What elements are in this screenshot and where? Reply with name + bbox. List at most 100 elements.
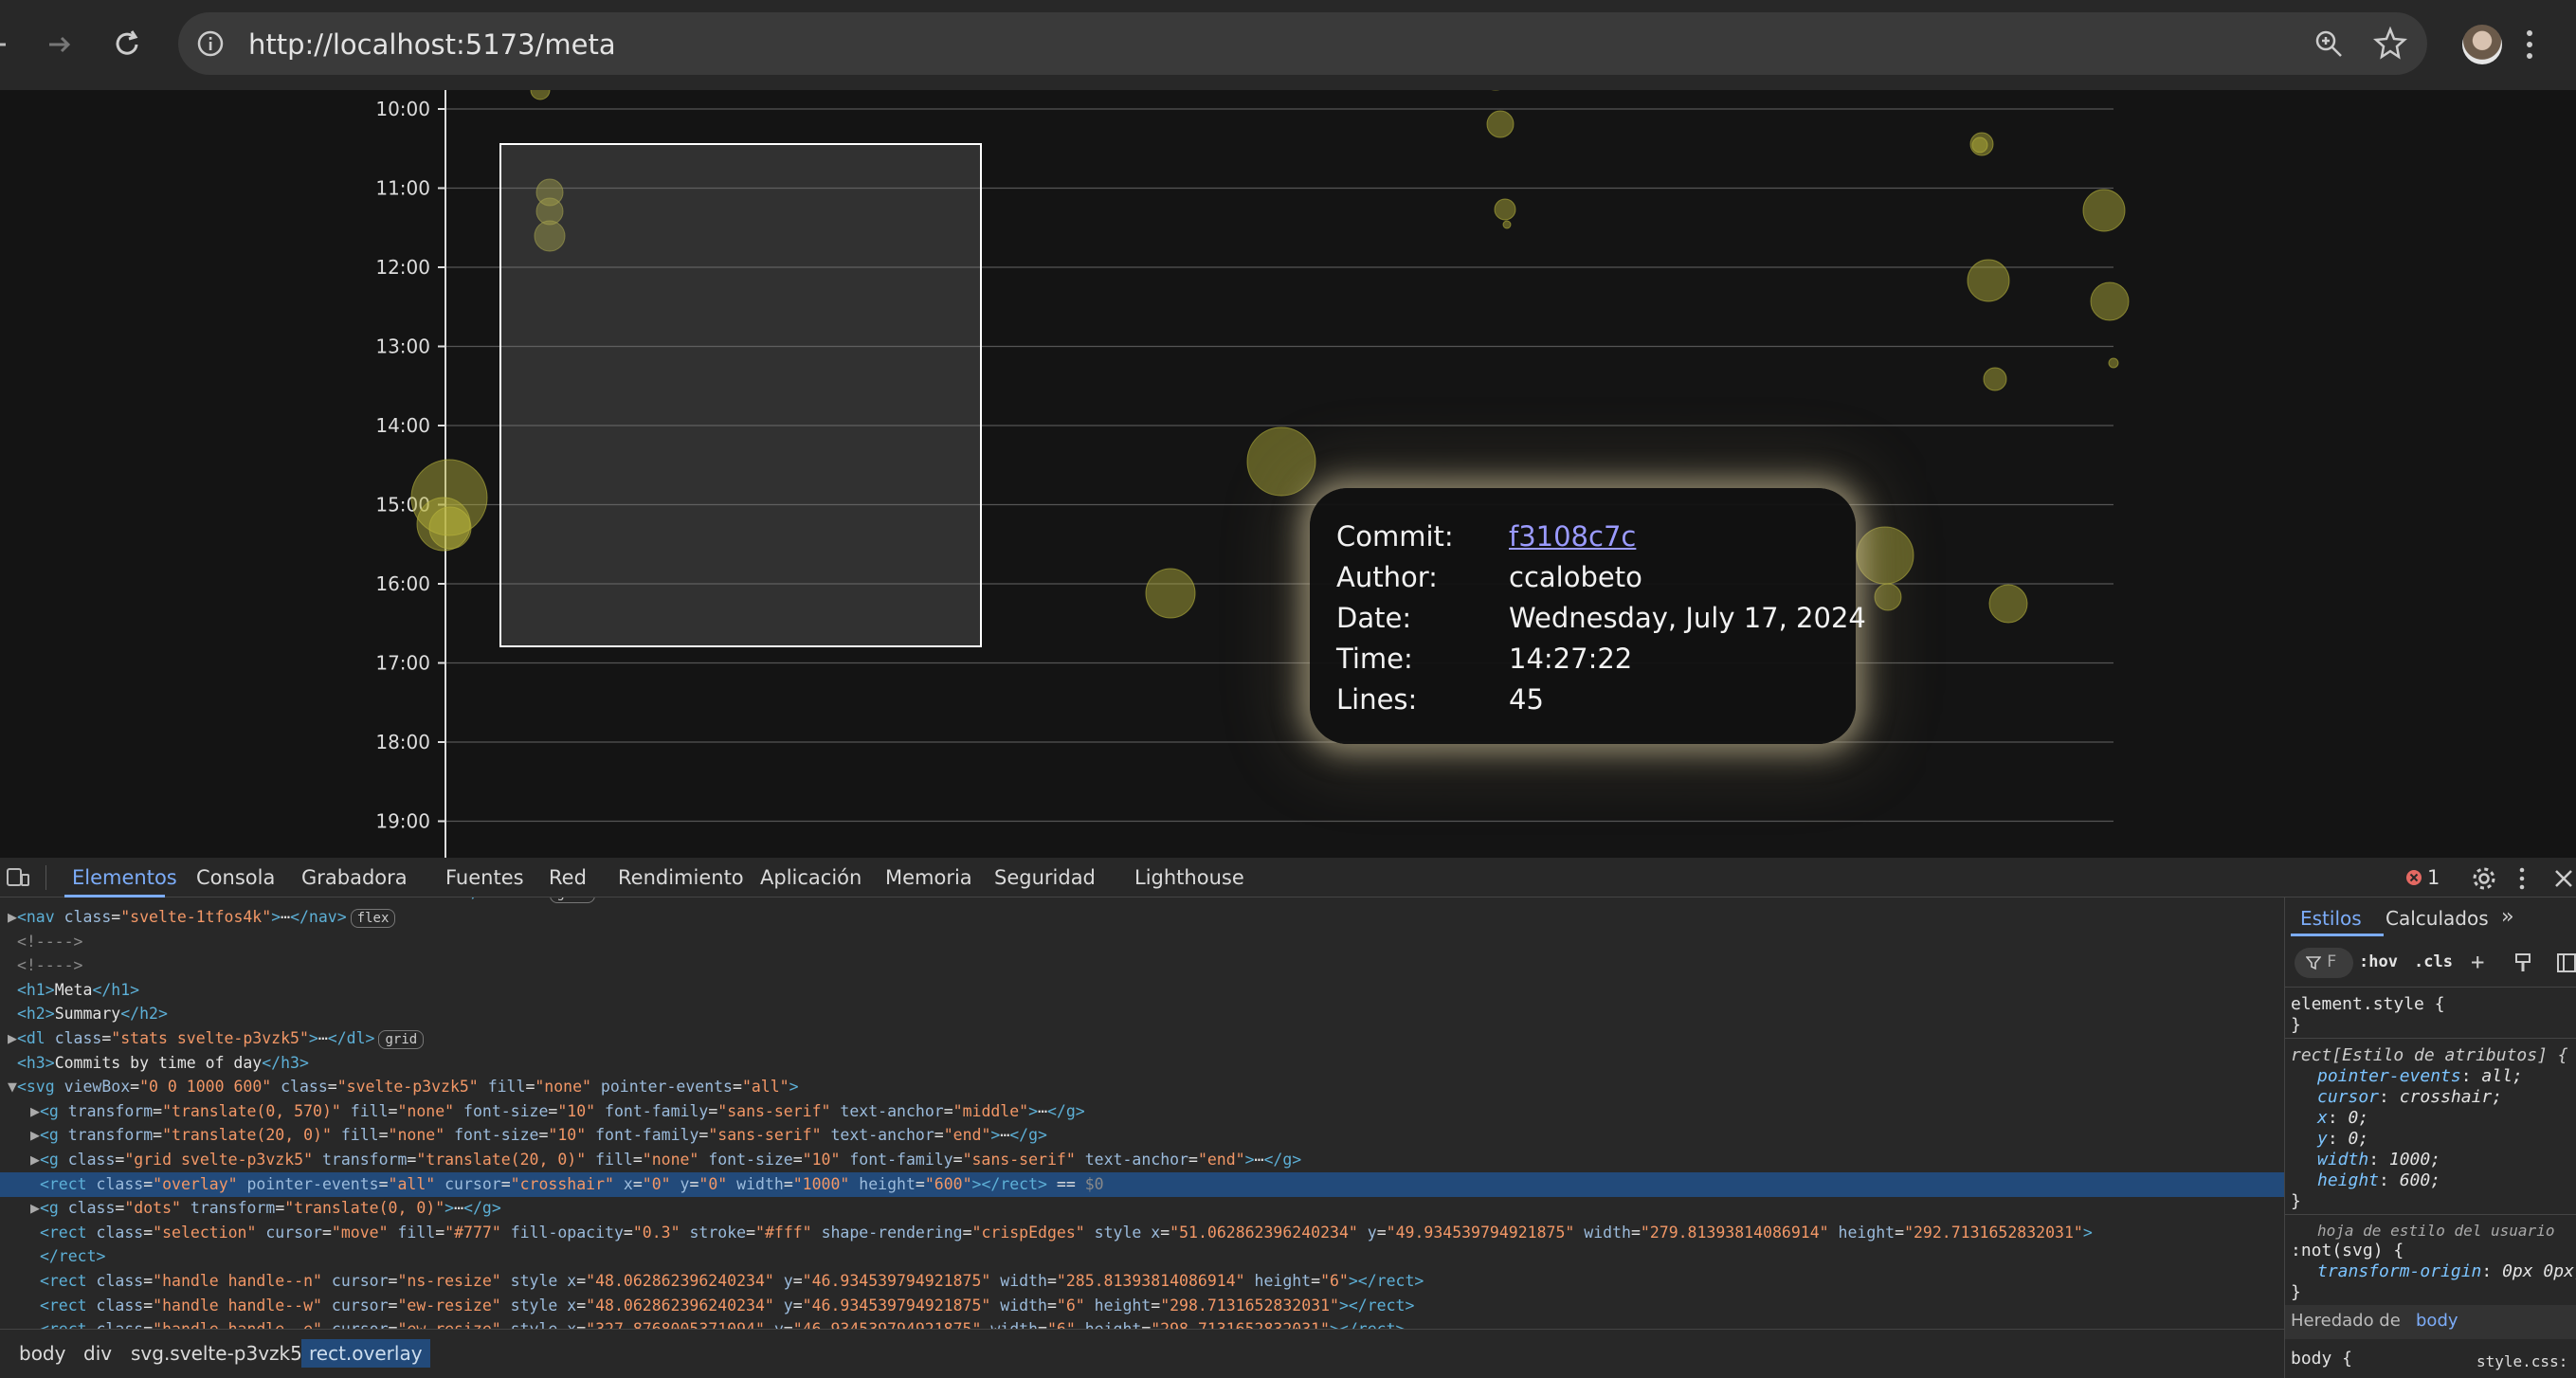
tab-sources[interactable]: Fuentes	[445, 866, 524, 889]
prop-name: cursor	[2317, 1087, 2380, 1107]
commit-dot[interactable]	[1494, 198, 1516, 221]
dom-node-selected[interactable]: <rect class="overlay" pointer-events="al…	[0, 1171, 2284, 1197]
commit-dot[interactable]	[530, 90, 551, 100]
tab-performance[interactable]: Rendimiento	[618, 866, 744, 889]
commit-dot[interactable]	[1502, 220, 1512, 229]
commit-dot[interactable]	[428, 506, 472, 550]
source-link[interactable]: style.css:	[2476, 1352, 2567, 1370]
commit-dot[interactable]	[1874, 583, 1902, 611]
dom-node[interactable]: <rect class="selection" cursor="move" fi…	[0, 1221, 2284, 1245]
tooltip-value: 14:27:22	[1509, 643, 1633, 675]
commits-scatter-chart[interactable]: 10:0011:0012:0013:0014:0015:0016:0017:00…	[0, 90, 2576, 858]
dom-node[interactable]: <!---->	[0, 930, 2284, 954]
expand-toggle-icon[interactable]: ▶	[8, 1029, 17, 1047]
expand-toggle-icon[interactable]: ▶	[30, 1199, 40, 1217]
dom-tree[interactable]: <label class="color-scheme svelte-1tfos4…	[0, 898, 2284, 1329]
dom-node[interactable]: <h2>Summary</h2>	[0, 1002, 2284, 1026]
back-icon[interactable]	[0, 21, 34, 68]
commit-dot[interactable]	[1967, 259, 2010, 302]
forward-icon[interactable]	[36, 21, 83, 68]
tooltip-value: 45	[1509, 683, 1544, 716]
breadcrumb-item[interactable]: div	[76, 1339, 119, 1368]
body-rule: body {	[2291, 1349, 2353, 1369]
inherited-from-link[interactable]: body	[2416, 1311, 2458, 1331]
commit-dot[interactable]	[2090, 281, 2130, 321]
settings-gear-icon[interactable]	[2472, 866, 2496, 891]
tab-lighthouse[interactable]: Lighthouse	[1134, 866, 1244, 889]
commit-dot[interactable]	[1486, 110, 1515, 138]
breadcrumb-item-active[interactable]: rect.overlay	[301, 1339, 430, 1368]
devtools-menu-icon[interactable]	[2517, 866, 2527, 891]
breadcrumb-item[interactable]: body	[11, 1339, 73, 1368]
filter-input[interactable]: F	[2295, 948, 2353, 978]
breadcrumb-item[interactable]: svg.svelte-p3vzk5	[123, 1339, 310, 1368]
dom-node[interactable]: </rect>	[0, 1244, 2284, 1269]
prop-value: 0;	[2348, 1108, 2369, 1128]
dom-node[interactable]: <!---->	[0, 953, 2284, 978]
page-viewport: 10:00 11:00 12:00 13:00 14:00 15:00 16:00 17:00…	[0, 90, 2576, 858]
more-tabs-icon[interactable]: »	[2501, 905, 2513, 929]
tab-console[interactable]: Consola	[196, 866, 275, 889]
tooltip-label: Commit:	[1336, 520, 1454, 553]
bookmark-star-icon[interactable]	[2373, 27, 2407, 61]
dom-node[interactable]: <h1>Meta</h1>	[0, 978, 2284, 1003]
device-toolbar-icon[interactable]	[6, 866, 30, 889]
class-toggle[interactable]: .cls	[2414, 952, 2453, 971]
dom-node[interactable]: ▶<nav class="svelte-1tfos4k">⋯</nav> flex	[0, 905, 2284, 930]
prop-name: width	[2317, 1150, 2369, 1169]
layout-badge[interactable]: grid	[378, 1030, 425, 1049]
dom-node[interactable]: <h3>Commits by time of day</h3>	[0, 1051, 2284, 1076]
tab-network[interactable]: Red	[549, 866, 587, 889]
tab-computed[interactable]: Calculados	[2386, 907, 2489, 930]
brush-selection-rect[interactable]	[499, 143, 982, 647]
element-style-selector[interactable]: element.style {	[2291, 994, 2445, 1014]
tooltip-label: Time:	[1336, 643, 1413, 675]
sidebar-toggle-icon[interactable]	[2556, 952, 2576, 973]
expand-toggle-icon[interactable]: ▶	[8, 908, 17, 926]
commit-dot[interactable]	[1246, 426, 1316, 497]
dom-node[interactable]: <rect class="handle handle--e" cursor="e…	[0, 1317, 2284, 1329]
hover-toggle[interactable]: :hov	[2359, 952, 2398, 971]
site-info-icon[interactable]	[195, 28, 226, 59]
commit-dot[interactable]	[1856, 526, 1914, 585]
dom-node[interactable]: ▶<g class="dots" transform="translate(0,…	[0, 1196, 2284, 1221]
commit-dot[interactable]	[1983, 367, 2007, 391]
dom-node[interactable]: ▶<g class="grid svelte-p3vzk5" transform…	[0, 1148, 2284, 1172]
dom-node[interactable]: ▼<svg viewBox="0 0 1000 600" class="svel…	[0, 1075, 2284, 1099]
tab-security[interactable]: Seguridad	[994, 866, 1096, 889]
commit-dot[interactable]	[1988, 584, 2028, 624]
zoom-icon[interactable]	[2313, 27, 2345, 60]
tab-elements[interactable]: Elementos	[72, 866, 177, 889]
dom-node[interactable]: ▶<g transform="translate(20, 0)" fill="n…	[0, 1123, 2284, 1148]
tooltip-row-time: Time: 14:27:22	[1336, 643, 1632, 677]
expand-toggle-icon[interactable]: ▶	[30, 1126, 40, 1144]
tab-memory[interactable]: Memoria	[885, 866, 972, 889]
paint-icon[interactable]	[2514, 952, 2531, 973]
commit-dot[interactable]	[2082, 189, 2126, 232]
new-rule-icon[interactable]: +	[2471, 949, 2484, 975]
expand-toggle-icon[interactable]: ▶	[30, 1102, 40, 1120]
close-devtools-icon[interactable]	[2553, 868, 2574, 889]
style-prop-row: height: 600;	[2317, 1170, 2441, 1190]
dom-node[interactable]: <rect class="handle handle--n" cursor="n…	[0, 1269, 2284, 1294]
commit-dot[interactable]	[2108, 357, 2119, 369]
tab-styles[interactable]: Estilos	[2300, 907, 2362, 930]
prop-value: all;	[2481, 1066, 2523, 1086]
reload-icon[interactable]	[104, 21, 152, 68]
commit-link[interactable]: f3108c7c	[1509, 520, 1636, 553]
commit-dot[interactable]	[1145, 568, 1196, 619]
chrome-menu-icon[interactable]	[2523, 27, 2536, 63]
error-icon[interactable]	[2405, 869, 2422, 886]
layout-badge[interactable]: flex	[350, 909, 396, 928]
expand-toggle-icon[interactable]: ▼	[8, 1078, 17, 1096]
dom-node[interactable]: ▶<dl class="stats svelte-p3vzk5">⋯</dl> g…	[0, 1026, 2284, 1051]
profile-avatar[interactable]	[2462, 25, 2502, 64]
dom-node[interactable]: ▶<g transform="translate(0, 570)" fill="…	[0, 1099, 2284, 1124]
expand-toggle-icon[interactable]: ▶	[30, 1151, 40, 1169]
style-prop-row: width: 1000;	[2317, 1150, 2441, 1169]
tab-recorder[interactable]: Grabadora	[301, 866, 408, 889]
dom-node[interactable]: <rect class="handle handle--w" cursor="e…	[0, 1294, 2284, 1318]
commit-dot[interactable]	[1971, 136, 1988, 154]
error-count[interactable]: 1	[2427, 866, 2440, 889]
tab-application[interactable]: Aplicación	[760, 866, 862, 889]
